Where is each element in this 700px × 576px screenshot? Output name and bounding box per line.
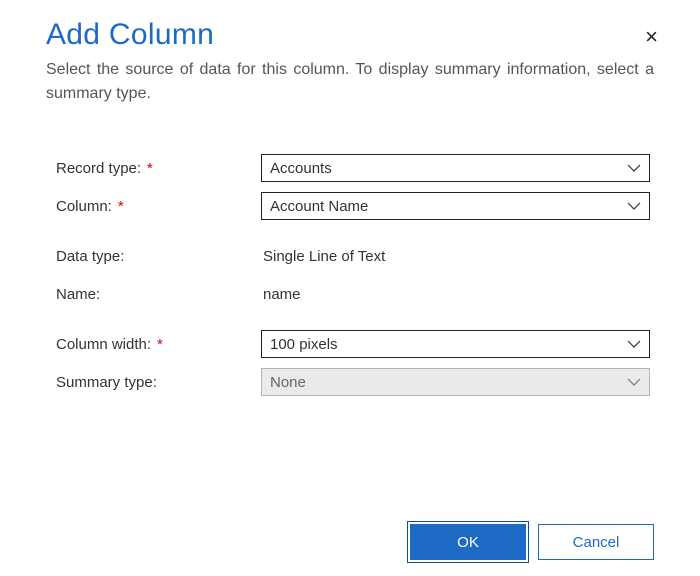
row-summary-type: Summary type: None (56, 368, 650, 396)
chevron-down-icon (627, 202, 641, 210)
label-text: Column width: (56, 336, 151, 353)
select-value: Account Name (270, 198, 368, 215)
chevron-down-icon (627, 340, 641, 348)
column-width-select[interactable]: 100 pixels (261, 330, 650, 358)
column-select[interactable]: Account Name (261, 192, 650, 220)
required-marker: * (118, 198, 124, 215)
label-text: Name: (56, 286, 100, 303)
dialog-subtitle: Select the source of data for this colum… (46, 58, 654, 106)
add-column-dialog: × Add Column Select the source of data f… (0, 0, 700, 576)
select-value: 100 pixels (270, 336, 338, 353)
select-value: Accounts (270, 160, 332, 177)
chevron-down-icon (627, 378, 641, 386)
label-text: Column: (56, 198, 112, 215)
name-value: name (261, 286, 650, 303)
label-record-type: Record type: * (56, 160, 261, 177)
dialog-title: Add Column (46, 18, 654, 52)
label-name: Name: (56, 286, 261, 303)
data-type-value: Single Line of Text (261, 248, 650, 265)
label-summary-type: Summary type: (56, 374, 261, 391)
required-marker: * (147, 160, 153, 177)
row-name: Name: name (56, 280, 650, 308)
close-icon: × (645, 24, 658, 49)
form: Record type: * Accounts Column: * Ac (46, 154, 654, 396)
label-text: Summary type: (56, 374, 157, 391)
label-data-type: Data type: (56, 248, 261, 265)
row-column: Column: * Account Name (56, 192, 650, 220)
label-column-width: Column width: * (56, 336, 261, 353)
dialog-footer: OK Cancel (410, 524, 654, 560)
record-type-select[interactable]: Accounts (261, 154, 650, 182)
row-record-type: Record type: * Accounts (56, 154, 650, 182)
close-button[interactable]: × (645, 26, 658, 48)
required-marker: * (157, 336, 163, 353)
summary-type-select: None (261, 368, 650, 396)
row-data-type: Data type: Single Line of Text (56, 242, 650, 270)
label-column: Column: * (56, 198, 261, 215)
label-text: Data type: (56, 248, 124, 265)
ok-button[interactable]: OK (410, 524, 526, 560)
cancel-button[interactable]: Cancel (538, 524, 654, 560)
row-column-width: Column width: * 100 pixels (56, 330, 650, 358)
chevron-down-icon (627, 164, 641, 172)
select-value: None (270, 374, 306, 391)
label-text: Record type: (56, 160, 141, 177)
